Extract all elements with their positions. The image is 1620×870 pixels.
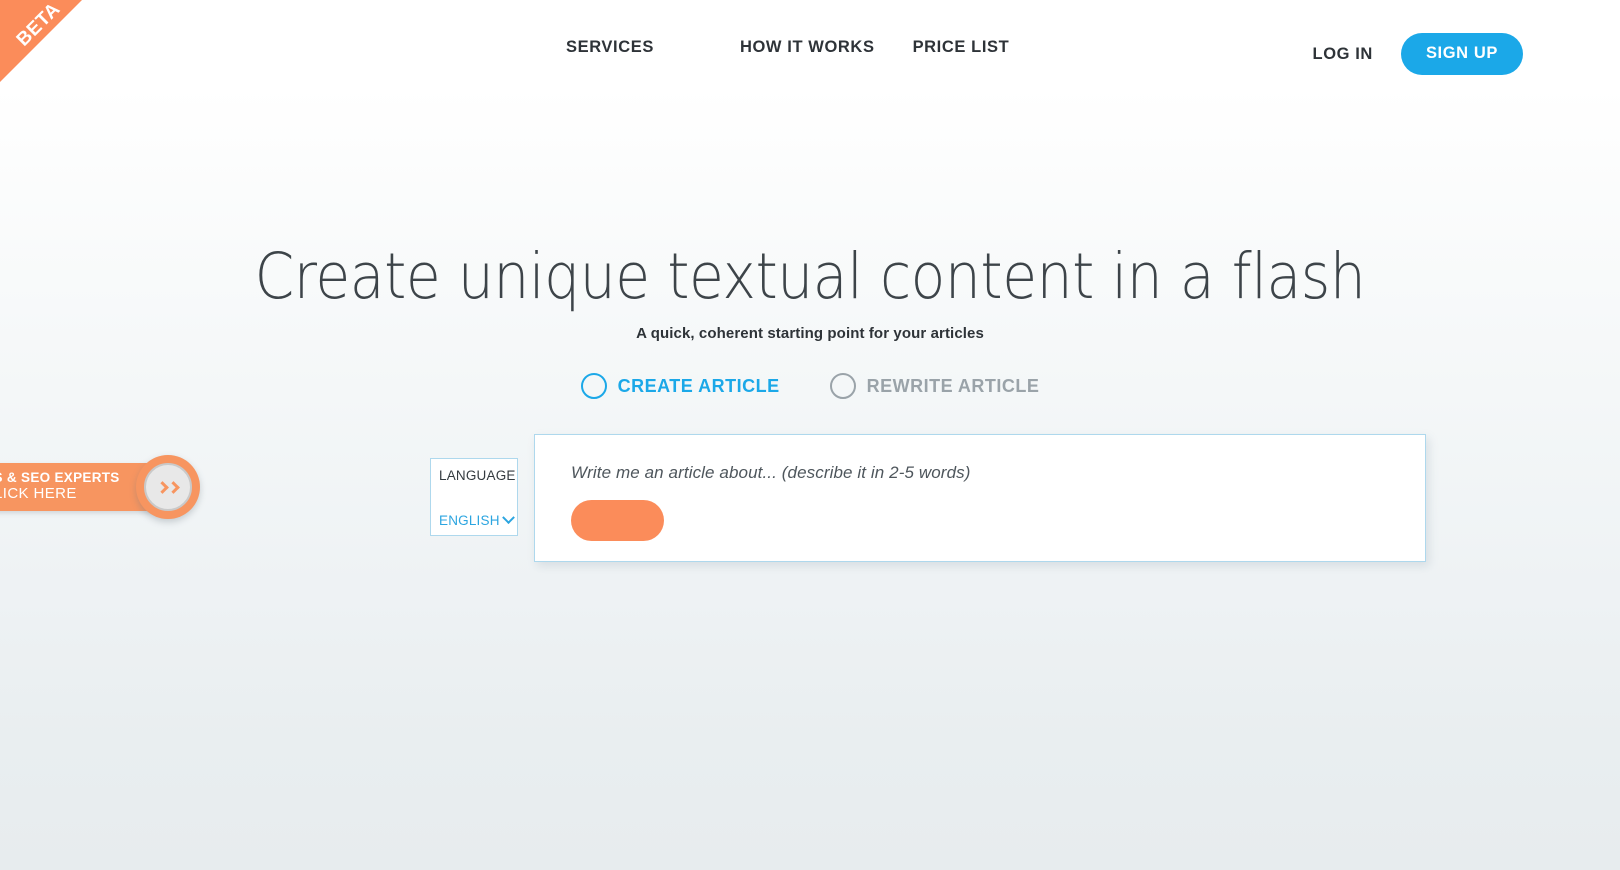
mode-selector: CREATE ARTICLE REWRITE ARTICLE <box>0 373 1620 399</box>
nav-link-price-list[interactable]: PRICE LIST <box>913 38 1010 57</box>
nav-link-how-it-works[interactable]: HOW IT WORKS <box>740 38 875 57</box>
nav-links-group: SERVICES HOW IT WORKS PRICE LIST <box>566 38 1009 57</box>
language-selector-value-row[interactable]: ENGLISH <box>439 511 515 528</box>
signup-button[interactable]: SIGN UP <box>1400 33 1523 75</box>
promo-call-to-action: CLICK HERE <box>0 485 77 503</box>
radio-icon-create-article[interactable] <box>580 373 607 399</box>
promo-headline: GENCIES & SEO EXPERTS <box>0 469 120 485</box>
chevron-down-icon[interactable] <box>501 511 515 524</box>
promo-knob-inner <box>143 463 192 511</box>
mode-label-rewrite-article: REWRITE ARTICLE <box>866 375 1040 396</box>
radio-icon-rewrite-article[interactable] <box>829 373 856 399</box>
double-chevron-right-icon <box>155 480 180 494</box>
language-selector-label: LANGUAGE <box>439 468 516 483</box>
nav-account-group: LOG IN SIGN UP <box>1313 33 1523 75</box>
mode-label-create-article: CREATE ARTICLE <box>617 375 780 396</box>
generate-article-button[interactable] <box>571 500 664 541</box>
mode-option-create-article[interactable]: CREATE ARTICLE <box>580 373 780 399</box>
login-link[interactable]: LOG IN <box>1313 45 1373 64</box>
page-title: Create unique textual content in a flash <box>254 240 1366 313</box>
top-navigation-bar: SERVICES HOW IT WORKS PRICE LIST LOG IN … <box>0 0 1620 100</box>
prompt-panel <box>534 434 1426 562</box>
mode-option-rewrite-article[interactable]: REWRITE ARTICLE <box>829 373 1040 399</box>
article-topic-input[interactable] <box>571 463 1271 483</box>
language-selected-value: ENGLISH <box>439 512 500 528</box>
hero-section: Create unique textual content in a flash… <box>0 240 1620 343</box>
promo-expand-button[interactable] <box>135 455 200 519</box>
promo-slideout-tab[interactable]: GENCIES & SEO EXPERTS CLICK HERE <box>0 455 200 519</box>
page-subtitle: A quick, coherent starting point for you… <box>636 325 984 343</box>
language-selector[interactable]: LANGUAGE ENGLISH <box>430 458 518 536</box>
nav-link-services[interactable]: SERVICES <box>566 38 654 57</box>
